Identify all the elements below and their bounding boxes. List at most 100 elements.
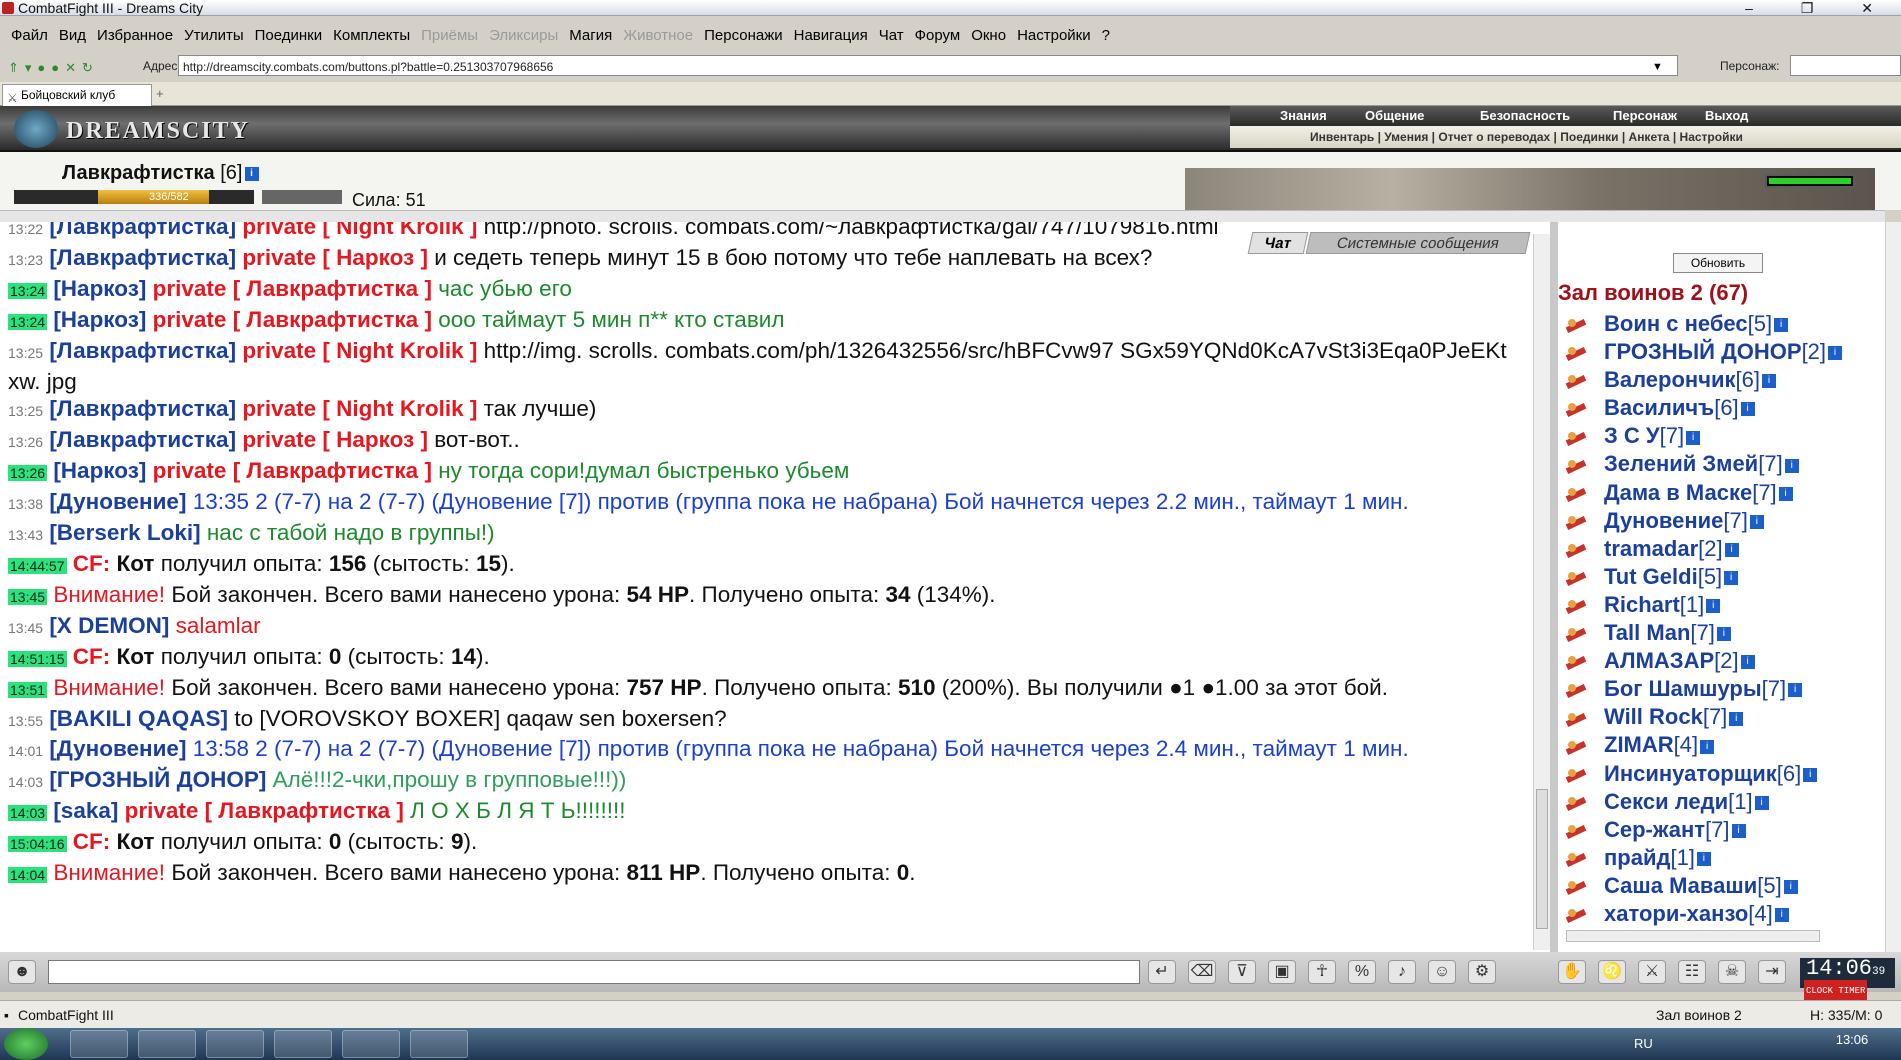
chat-input[interactable] — [48, 960, 1140, 984]
chat-author[interactable]: [Berserk Loki] — [49, 520, 200, 545]
player-name[interactable]: ZIMAR — [1604, 732, 1674, 757]
exit-icon[interactable]: ⇥ — [1758, 960, 1786, 984]
player-row[interactable]: Дуновение[7] i — [1564, 507, 1882, 535]
room-scrollbar[interactable] — [1885, 222, 1901, 952]
info-icon[interactable]: i — [1724, 571, 1739, 586]
player-row[interactable]: Richart[1] i — [1564, 591, 1882, 619]
player-row[interactable]: АЛМАЗАР[2] i — [1564, 647, 1882, 675]
player-name[interactable]: Tut Geldi — [1604, 564, 1698, 589]
taskbar-clock[interactable]: 13:06 — [1812, 1032, 1892, 1047]
info-icon[interactable]: i — [1724, 542, 1739, 557]
player-row[interactable]: Инсинуаторщик[6] i — [1564, 760, 1882, 788]
player-row[interactable]: прайд[1] i — [1564, 844, 1882, 872]
player-name[interactable]: Воин с небес — [1604, 311, 1748, 336]
menu-item-4[interactable]: Поединки — [255, 22, 323, 50]
player-name[interactable]: З С У — [1604, 423, 1660, 448]
character-name[interactable]: Лавкрафтистка — [62, 162, 215, 184]
info-icon[interactable]: i — [1828, 346, 1843, 361]
chat-author[interactable]: [Лавкрафтистка] — [49, 338, 236, 363]
player-name[interactable]: Инсинуаторщик — [1604, 761, 1777, 786]
chat-author[interactable]: [saka] — [53, 798, 118, 823]
chat-author[interactable]: [Наркоз] — [53, 276, 146, 301]
tray-lang[interactable]: RU — [1634, 1036, 1653, 1051]
info-icon[interactable]: i — [244, 166, 259, 181]
player-row[interactable]: Бог Шамшуры[7] i — [1564, 675, 1882, 703]
group-icon[interactable]: ☷ — [1678, 960, 1706, 984]
chat-author[interactable]: [Наркоз] — [53, 307, 146, 332]
chat-scrollbar[interactable] — [1533, 234, 1550, 950]
menu-item-8[interactable]: Магия — [569, 22, 612, 50]
character-field[interactable] — [1790, 55, 1901, 76]
sub-navigation[interactable]: Инвентарь | Умения | Отчет о переводах |… — [1230, 126, 1901, 148]
info-icon[interactable]: i — [1740, 655, 1755, 670]
player-name[interactable]: Richart — [1604, 592, 1680, 617]
nav-buttons[interactable]: ⇑▾●●✕↻ — [8, 57, 138, 75]
skull-icon[interactable]: ☠ — [1718, 960, 1746, 984]
chat-author[interactable]: [Лавкрафтистка] — [49, 245, 236, 270]
player-name[interactable]: Василичъ — [1604, 395, 1714, 420]
menu-item-12[interactable]: Чат — [879, 22, 904, 50]
chat-author[interactable]: [Дуновение] — [49, 736, 186, 761]
player-row[interactable]: Дама в Маске[7] i — [1564, 479, 1882, 507]
player-row[interactable]: хатори-ханзо[4] i — [1564, 900, 1882, 928]
player-name[interactable]: ГРОЗНЫЙ ДОНОР — [1604, 339, 1802, 364]
player-row[interactable]: ZIMAR[4] i — [1564, 731, 1882, 759]
send-icon[interactable]: ↵ — [1148, 960, 1176, 984]
player-row[interactable]: Василичъ[6] i — [1564, 394, 1882, 422]
info-icon[interactable]: i — [1706, 599, 1721, 614]
player-row[interactable]: Сер-жант[7] i — [1564, 816, 1882, 844]
player-row[interactable]: Tut Geldi[5] i — [1564, 563, 1882, 591]
player-name[interactable]: Бог Шамшуры — [1604, 676, 1762, 701]
chat-scroll-thumb[interactable] — [1536, 789, 1548, 929]
topnav-item-3[interactable]: Персонаж — [1613, 106, 1677, 126]
room-hscrollbar[interactable] — [1566, 930, 1820, 942]
info-icon[interactable]: i — [1784, 458, 1799, 473]
info-icon[interactable]: i — [1731, 823, 1746, 838]
window-controls[interactable]: – ❐ ✕ — [1745, 0, 1895, 16]
info-icon[interactable]: i — [1778, 486, 1793, 501]
horizontal-scrollbar[interactable] — [0, 210, 1885, 222]
lion-icon[interactable]: ♌ — [1598, 960, 1626, 984]
refresh-button[interactable]: Обновить — [1673, 253, 1763, 273]
menu-item-13[interactable]: Форум — [915, 22, 961, 50]
player-name[interactable]: прайд — [1604, 845, 1670, 870]
menu-item-14[interactable]: Окно — [971, 22, 1006, 50]
filter-icon[interactable]: ⊽ — [1228, 960, 1256, 984]
player-name[interactable]: Will Rock — [1604, 704, 1703, 729]
taskbar-media[interactable] — [138, 1030, 196, 1058]
sound-icon[interactable]: ♪ — [1388, 960, 1416, 984]
clear-icon[interactable]: ⌫ — [1188, 960, 1216, 984]
settings-icon[interactable]: ⚙ — [1468, 960, 1496, 984]
start-button[interactable] — [4, 1028, 48, 1060]
menu-item-0[interactable]: Файл — [11, 22, 48, 50]
info-icon[interactable]: i — [1783, 880, 1798, 895]
taskbar-combatfight[interactable] — [274, 1030, 332, 1058]
save-icon[interactable]: ▣ — [1268, 960, 1296, 984]
dropdown-icon[interactable]: ▼ — [1652, 56, 1663, 78]
taskbar-ie[interactable] — [70, 1030, 128, 1058]
player-name[interactable]: хатори-ханзо — [1604, 901, 1748, 926]
smile-icon[interactable]: ☻ — [8, 960, 36, 984]
info-icon[interactable]: i — [1762, 374, 1776, 389]
new-tab-button[interactable]: + — [156, 86, 164, 101]
player-name[interactable]: Секси леди — [1604, 789, 1728, 814]
player-row[interactable]: tramadar[2] i — [1564, 535, 1882, 563]
taskbar-keyboard[interactable] — [410, 1030, 468, 1058]
hand-icon[interactable]: ✋ — [1558, 960, 1586, 984]
player-name[interactable]: tramadar — [1604, 536, 1698, 561]
player-name[interactable]: Сер-жант — [1604, 817, 1705, 842]
topnav-item-4[interactable]: Выход — [1705, 106, 1748, 126]
emoticon-icon[interactable]: ☺ — [1428, 960, 1456, 984]
player-name[interactable]: АЛМАЗАР — [1604, 648, 1714, 673]
topnav-item-1[interactable]: Общение — [1365, 106, 1424, 126]
chat-author[interactable]: [BAKILI QAQAS] — [49, 706, 228, 731]
figure-icon[interactable]: ☥ — [1308, 960, 1336, 984]
player-name[interactable]: Саша Маваши — [1604, 873, 1757, 898]
player-row[interactable]: Зелений Змей[7] i — [1564, 450, 1882, 478]
fight-icon[interactable]: ⚔ — [1638, 960, 1666, 984]
panel-divider[interactable] — [1550, 222, 1558, 952]
info-icon[interactable]: i — [1700, 739, 1715, 754]
player-row[interactable]: Will Rock[7] i — [1564, 703, 1882, 731]
player-row[interactable]: ГРОЗНЫЙ ДОНОР[2] i — [1564, 338, 1882, 366]
taskbar-opera[interactable] — [342, 1030, 400, 1058]
